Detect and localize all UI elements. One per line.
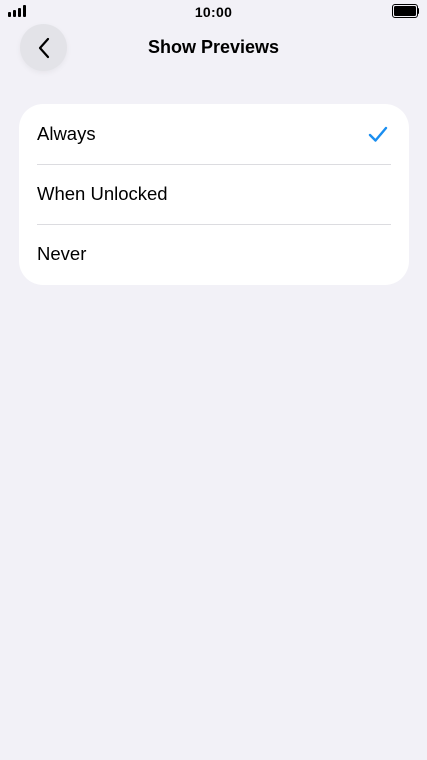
option-label: Never <box>37 243 87 264</box>
navigation-bar: Show Previews <box>0 24 427 72</box>
option-label: When Unlocked <box>37 183 168 204</box>
battery-full-icon <box>392 4 419 18</box>
option-never[interactable]: Never <box>19 224 409 284</box>
option-when-unlocked[interactable]: When Unlocked <box>19 164 409 224</box>
option-label: Always <box>37 123 96 144</box>
page-title: Show Previews <box>147 37 280 57</box>
show-previews-options-list: Always When Unlocked Never <box>19 104 409 285</box>
option-always[interactable]: Always <box>19 104 409 164</box>
status-time: 10:00 <box>194 4 233 20</box>
status-bar: 10:00 <box>0 0 427 24</box>
checkmark-icon <box>367 125 389 143</box>
